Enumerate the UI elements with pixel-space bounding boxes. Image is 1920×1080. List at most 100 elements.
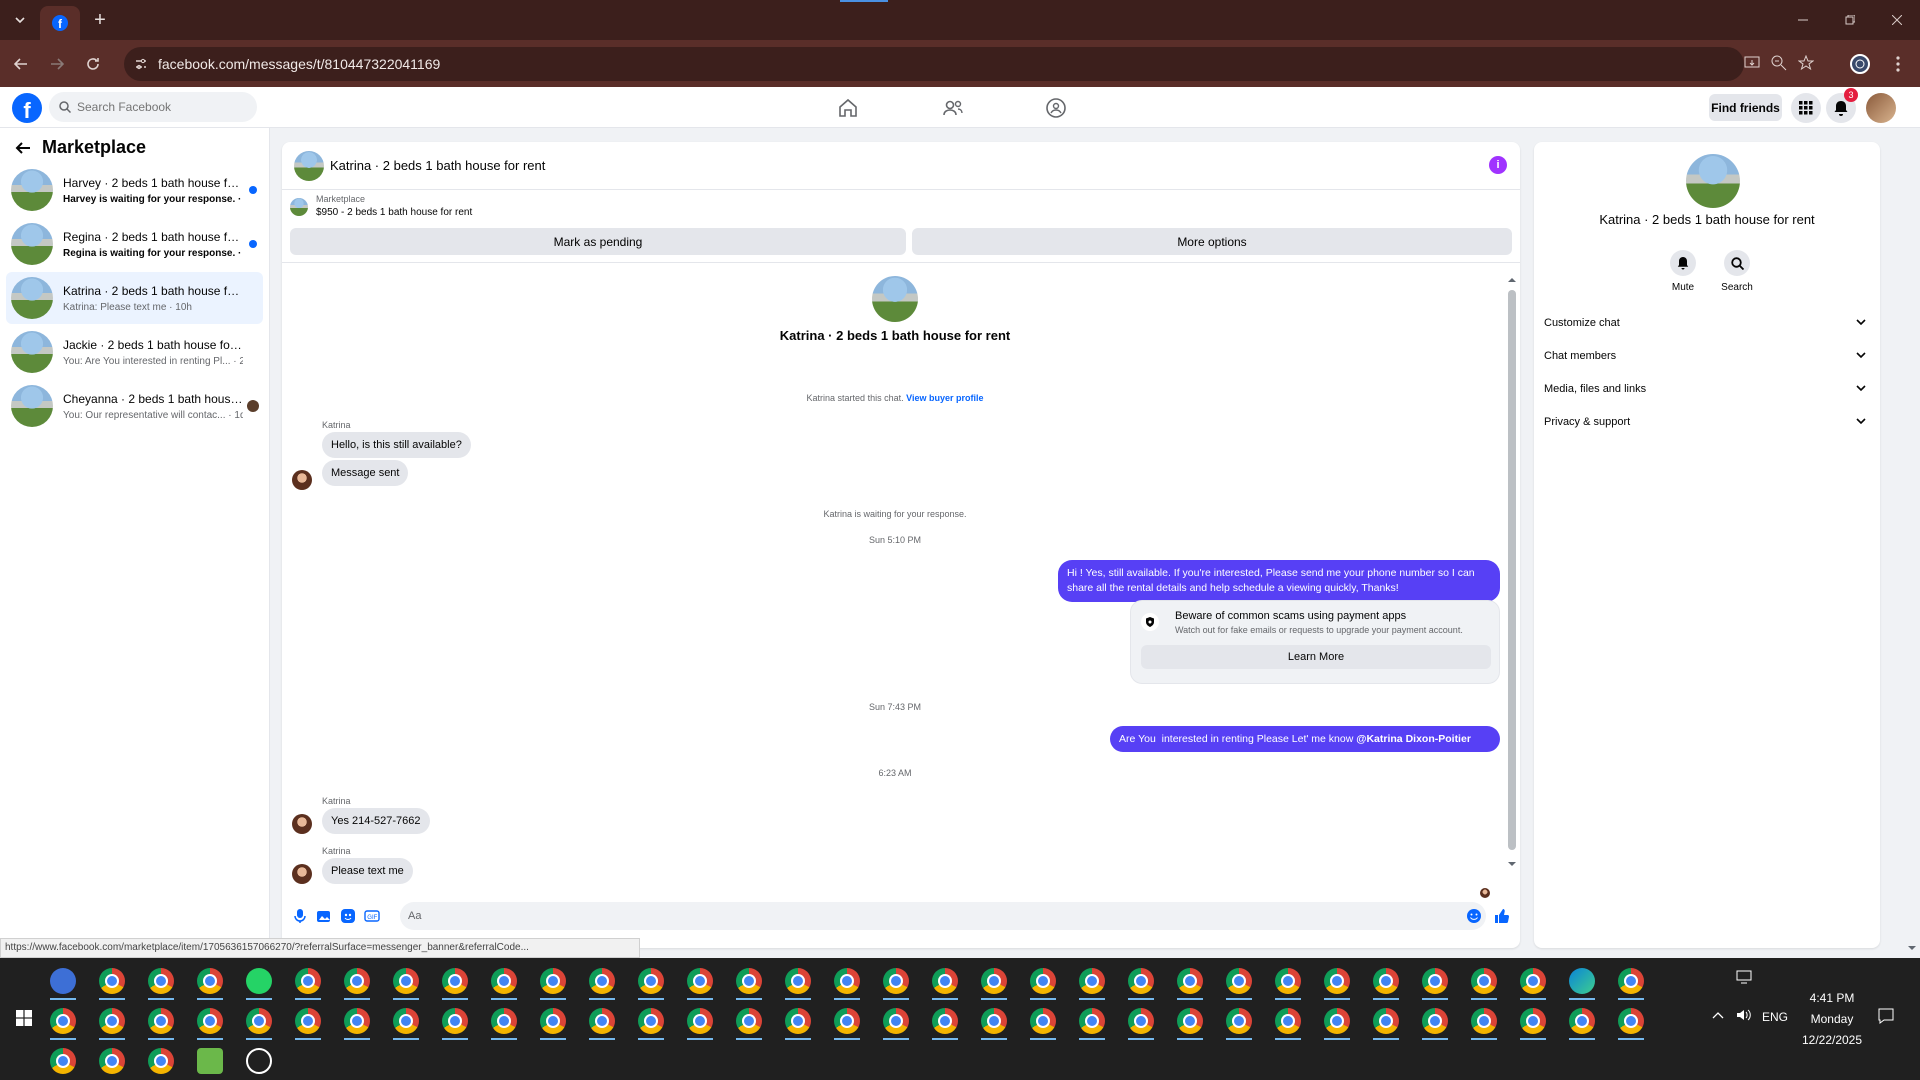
sender-avatar[interactable] <box>292 864 312 884</box>
chrome-taskbar-icon[interactable] <box>148 1008 174 1034</box>
chrome-taskbar-icon[interactable] <box>344 968 370 994</box>
chrome-taskbar-icon[interactable] <box>981 1008 1007 1034</box>
chrome-taskbar-icon[interactable] <box>1030 968 1056 994</box>
zoom-icon[interactable] <box>1771 55 1787 71</box>
chrome-taskbar-icon[interactable] <box>491 1008 517 1034</box>
close-window-icon[interactable] <box>1874 0 1920 40</box>
language-indicator[interactable]: ENG <box>1762 1010 1788 1024</box>
chrome-taskbar-icon[interactable] <box>638 1008 664 1034</box>
learn-more-button[interactable]: Learn More <box>1141 645 1491 669</box>
chrome-taskbar-icon[interactable] <box>344 1008 370 1034</box>
chrome-taskbar-icon[interactable] <box>50 1008 76 1034</box>
volume-icon[interactable] <box>1736 1008 1752 1022</box>
chrome-taskbar-icon[interactable] <box>1079 1008 1105 1034</box>
chrome-taskbar-icon[interactable] <box>1324 968 1350 994</box>
forward-arrow-icon[interactable] <box>44 51 70 77</box>
chrome-taskbar-icon[interactable] <box>295 1008 321 1034</box>
view-buyer-profile-link[interactable]: View buyer profile <box>906 393 983 403</box>
chrome-taskbar-icon[interactable] <box>687 1008 713 1034</box>
tray-expand-chevron-icon[interactable] <box>1712 1010 1724 1020</box>
address-bar[interactable]: facebook.com/messages/t/810447322041169 <box>124 47 1814 81</box>
chrome-taskbar-icon[interactable] <box>1128 1008 1154 1034</box>
find-friends-button[interactable]: Find friends <box>1709 94 1782 121</box>
conversation-regina[interactable]: Regina · 2 beds 1 bath house for ... Regi… <box>6 218 263 270</box>
chrome-taskbar-icon[interactable] <box>442 1008 468 1034</box>
mute-button[interactable]: Mute <box>1658 250 1708 293</box>
back-arrow-icon[interactable] <box>14 139 32 157</box>
chrome-taskbar-icon[interactable] <box>197 1008 223 1034</box>
chrome-taskbar-icon[interactable] <box>1422 1008 1448 1034</box>
pinned-app-taskbar-icon[interactable] <box>50 968 76 994</box>
chrome-taskbar-icon[interactable] <box>1373 1008 1399 1034</box>
chrome-taskbar-icon[interactable] <box>834 968 860 994</box>
chat-title[interactable]: Katrina · 2 beds 1 bath house for rent <box>330 158 545 173</box>
minimize-icon[interactable] <box>1780 0 1826 40</box>
listing-title[interactable]: $950 - 2 beds 1 bath house for rent <box>316 207 472 218</box>
details-thumbnail[interactable] <box>1686 154 1740 208</box>
chrome-taskbar-icon[interactable] <box>834 1008 860 1034</box>
install-app-icon[interactable] <box>1744 55 1760 71</box>
chrome-taskbar-icon[interactable] <box>148 1048 174 1074</box>
conversation-jackie[interactable]: Jackie · 2 beds 1 bath house for rent You… <box>6 326 263 378</box>
reload-icon[interactable] <box>80 51 106 77</box>
chrome-taskbar-icon[interactable] <box>148 968 174 994</box>
taskbar-clock[interactable]: 4:41 PM Monday 12/22/2025 <box>1792 988 1872 1051</box>
chrome-taskbar-icon[interactable] <box>540 968 566 994</box>
gif-icon[interactable]: GIF <box>364 908 380 924</box>
like-thumbs-up-icon[interactable] <box>1494 908 1510 924</box>
chrome-taskbar-icon[interactable] <box>589 1008 615 1034</box>
chat-thumbnail[interactable] <box>294 151 324 181</box>
sender-avatar[interactable] <box>292 814 312 834</box>
chrome-taskbar-icon[interactable] <box>1520 968 1546 994</box>
info-icon[interactable]: i <box>1489 156 1507 174</box>
restore-icon[interactable] <box>1827 0 1873 40</box>
incoming-message[interactable]: Hello, is this still available? <box>322 432 471 458</box>
bookmark-star-icon[interactable] <box>1798 55 1814 71</box>
scrollbar-thumb[interactable] <box>1508 290 1516 850</box>
privacy-support-section[interactable]: Privacy & support <box>1544 409 1872 435</box>
chrome-taskbar-icon[interactable] <box>393 1008 419 1034</box>
photo-icon[interactable] <box>316 908 332 924</box>
outgoing-message[interactable]: Are You interested in renting Please Let… <box>1110 726 1500 752</box>
chrome-taskbar-icon[interactable] <box>736 968 762 994</box>
tab-search-chevron-icon[interactable] <box>8 8 32 32</box>
url-text[interactable]: facebook.com/messages/t/810447322041169 <box>158 56 440 72</box>
sender-avatar[interactable] <box>292 470 312 490</box>
search-input[interactable] <box>77 100 237 114</box>
search-button[interactable]: Search <box>1712 250 1762 293</box>
menu-grid-icon[interactable] <box>1791 93 1821 123</box>
chrome-taskbar-icon[interactable] <box>393 968 419 994</box>
microphone-icon[interactable] <box>292 908 308 924</box>
chat-profile-thumbnail[interactable] <box>872 276 918 322</box>
chrome-taskbar-icon[interactable] <box>638 968 664 994</box>
chrome-taskbar-icon[interactable] <box>1177 1008 1203 1034</box>
chrome-taskbar-icon[interactable] <box>246 1008 272 1034</box>
utorrent-taskbar-icon[interactable] <box>197 1048 223 1074</box>
emoji-icon[interactable] <box>1466 908 1482 924</box>
facebook-logo-icon[interactable]: f <box>12 93 42 123</box>
incoming-message[interactable]: Yes 214-527-7662 <box>322 808 430 834</box>
chrome-taskbar-icon[interactable] <box>1275 1008 1301 1034</box>
chrome-taskbar-icon[interactable] <box>1471 968 1497 994</box>
chrome-taskbar-icon[interactable] <box>1520 1008 1546 1034</box>
site-info-icon[interactable] <box>134 57 148 71</box>
obs-taskbar-icon[interactable] <box>246 1048 272 1074</box>
mention-link[interactable]: @Katrina Dixon-Poitier <box>1356 732 1471 747</box>
account-avatar[interactable] <box>1866 93 1896 123</box>
more-options-button[interactable]: More options <box>912 228 1512 255</box>
chrome-taskbar-icon[interactable] <box>883 1008 909 1034</box>
new-tab-plus-icon[interactable]: + <box>88 8 112 32</box>
chrome-taskbar-icon[interactable] <box>295 968 321 994</box>
conversation-katrina[interactable]: Katrina · 2 beds 1 bath house for r... Ka… <box>6 272 263 324</box>
page-scroll-arrow[interactable] <box>1908 944 1916 952</box>
sticker-icon[interactable] <box>340 908 356 924</box>
chrome-taskbar-icon[interactable] <box>981 968 1007 994</box>
friends-icon[interactable] <box>941 96 965 120</box>
chrome-taskbar-icon[interactable] <box>1471 1008 1497 1034</box>
chrome-taskbar-icon[interactable] <box>1226 1008 1252 1034</box>
incoming-message[interactable]: Please text me <box>322 858 413 884</box>
chrome-taskbar-icon[interactable] <box>1128 968 1154 994</box>
home-icon[interactable] <box>836 96 860 120</box>
incoming-message[interactable]: Message sent <box>322 460 409 486</box>
chrome-taskbar-icon[interactable] <box>589 968 615 994</box>
